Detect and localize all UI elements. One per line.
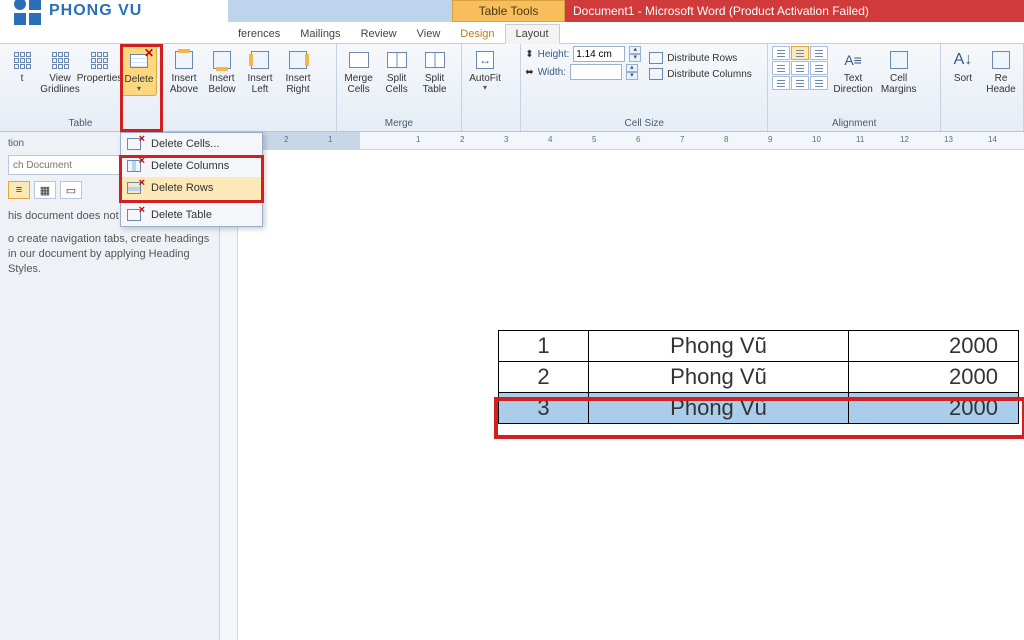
align-tr[interactable] — [810, 46, 828, 60]
table-row-selected[interactable]: 3 Phong Vũ 2000 — [499, 393, 1019, 424]
logo-text: PHONG VU — [49, 2, 142, 20]
align-mr[interactable] — [810, 61, 828, 75]
insert-right-button[interactable]: InsertRight — [280, 46, 316, 97]
alignment-grid — [772, 46, 828, 90]
height-up[interactable]: ▴ — [629, 46, 641, 54]
delete-cells-item[interactable]: Delete Cells... — [121, 133, 262, 155]
properties-button[interactable]: Properties — [80, 46, 119, 86]
ribbon-tabs: ferences Mailings Review View Design Lay… — [0, 22, 1024, 44]
delete-button[interactable]: ✕Delete▾ — [121, 46, 157, 96]
align-tl[interactable] — [772, 46, 790, 60]
align-mc[interactable] — [791, 61, 809, 75]
width-label: Width: — [538, 67, 566, 78]
distribute-rows-button[interactable]: Distribute Rows — [649, 52, 751, 64]
tab-view[interactable]: View — [407, 25, 451, 43]
width-input[interactable] — [570, 64, 622, 80]
autofit-button[interactable]: AutoFit▾ — [466, 46, 504, 94]
height-input[interactable] — [573, 46, 625, 62]
distribute-columns-button[interactable]: Distribute Columns — [649, 68, 751, 80]
chevron-down-icon: ▾ — [137, 85, 141, 93]
split-cells-button[interactable]: SplitCells — [379, 46, 415, 97]
height-label: Height: — [538, 49, 570, 60]
delete-table-item[interactable]: Delete Table — [121, 204, 262, 226]
align-bc[interactable] — [791, 76, 809, 90]
split-table-button[interactable]: SplitTable — [417, 46, 453, 97]
document-area: 321123456789101112131415 1 Phong Vũ 2000… — [220, 132, 1024, 640]
align-br[interactable] — [810, 76, 828, 90]
delete-rows-item[interactable]: Delete Rows — [121, 177, 262, 199]
table-tools-label: Table Tools — [452, 0, 565, 22]
width-up[interactable]: ▴ — [626, 64, 638, 72]
repeat-header-button[interactable]: ReHeade — [983, 46, 1019, 97]
align-ml[interactable] — [772, 61, 790, 75]
view-gridlines-button[interactable]: ViewGridlines — [42, 46, 78, 97]
group-merge: Merge — [341, 117, 458, 131]
navpane-tab-results[interactable]: ▭ — [60, 181, 82, 199]
ribbon: t ViewGridlines Properties ✕Delete▾ Tabl… — [0, 44, 1024, 132]
delete-columns-item[interactable]: Delete Columns — [121, 155, 262, 177]
sort-icon: A↓ — [954, 51, 973, 69]
distribute-columns-icon — [649, 68, 663, 80]
tab-mailings[interactable]: Mailings — [290, 25, 350, 43]
word-table[interactable]: 1 Phong Vũ 2000 2 Phong Vũ 2000 3 Phong … — [498, 330, 1019, 424]
group-alignment: Alignment — [772, 117, 936, 131]
logo-icon — [14, 0, 41, 25]
navpane-tab-pages[interactable]: ▦ — [34, 181, 56, 199]
page[interactable]: 1 Phong Vũ 2000 2 Phong Vũ 2000 3 Phong … — [238, 150, 1024, 640]
width-down[interactable]: ▾ — [626, 72, 638, 80]
table-row[interactable]: 2 Phong Vũ 2000 — [499, 362, 1019, 393]
align-tc[interactable] — [791, 46, 809, 60]
window-title: Document1 - Microsoft Word (Product Acti… — [565, 0, 1024, 22]
titlebar: PHONG VU Table Tools Document1 - Microso… — [0, 0, 1024, 22]
distribute-rows-icon — [649, 52, 663, 64]
insert-left-button[interactable]: InsertLeft — [242, 46, 278, 97]
cell-margins-button[interactable]: CellMargins — [878, 46, 920, 97]
insert-below-button[interactable]: InsertBelow — [204, 46, 240, 97]
chevron-down-icon: ▾ — [483, 84, 487, 92]
tab-design[interactable]: Design — [450, 25, 504, 43]
width-icon: ⬌ — [525, 67, 533, 78]
height-down[interactable]: ▾ — [629, 54, 641, 62]
sort-button[interactable]: A↓Sort — [945, 46, 981, 86]
group-table: Table — [4, 117, 157, 131]
height-icon: ⬍ — [525, 49, 533, 60]
horizontal-ruler[interactable]: 321123456789101112131415 — [220, 132, 1024, 150]
merge-cells-button[interactable]: MergeCells — [341, 46, 377, 97]
align-bl[interactable] — [772, 76, 790, 90]
tab-review[interactable]: Review — [351, 25, 407, 43]
select-button[interactable]: t — [4, 46, 40, 86]
insert-above-button[interactable]: InsertAbove — [166, 46, 202, 97]
table-row[interactable]: 1 Phong Vũ 2000 — [499, 331, 1019, 362]
tab-layout[interactable]: Layout — [505, 24, 560, 44]
navpane-tab-headings[interactable]: ≡ — [8, 181, 30, 199]
delete-dropdown: Delete Cells... Delete Columns Delete Ro… — [120, 132, 263, 227]
logo: PHONG VU — [0, 0, 228, 22]
tab-references[interactable]: ferences — [228, 25, 290, 43]
group-cell-size: Cell Size — [525, 117, 763, 131]
text-direction-button[interactable]: A≡TextDirection — [830, 46, 875, 97]
